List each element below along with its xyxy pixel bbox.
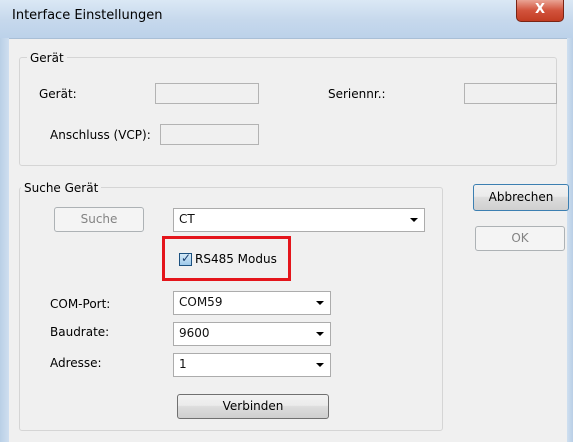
com-port-label: COM-Port: [50,297,111,311]
device-type-dropdown[interactable]: CT [173,208,425,232]
anschluss-field[interactable] [160,124,259,145]
baudrate-label: Baudrate: [50,325,110,339]
abbrechen-button[interactable]: Abbrechen [473,184,569,211]
window-frame-left [0,38,9,442]
adresse-value: 1 [179,357,187,371]
suche-button[interactable]: Suche [54,207,144,232]
seriennr-field[interactable] [464,83,557,104]
geraet-group-legend: Gerät [27,51,67,65]
chevron-down-icon[interactable] [410,218,418,222]
com-port-dropdown[interactable]: COM59 [173,291,331,315]
window-title: Interface Einstellungen [12,8,163,23]
baudrate-value: 9600 [179,326,210,340]
baudrate-dropdown[interactable]: 9600 [173,322,331,346]
ok-button[interactable]: OK [475,226,565,251]
com-port-value: COM59 [179,295,223,309]
chevron-down-icon[interactable] [316,332,324,336]
dialog-client-area: Gerät Gerät: Seriennr.: Anschluss (VCP):… [9,38,569,442]
suche-group-legend: Suche Gerät [21,181,102,195]
device-type-value: CT [179,212,195,226]
verbinden-button[interactable]: Verbinden [177,394,329,419]
checkmark-icon: ✓ [181,251,192,265]
geraet-label: Gerät: [39,87,77,101]
window-frame-right [567,38,573,442]
close-icon[interactable]: X [516,0,564,22]
adresse-label: Adresse: [50,356,102,370]
anschluss-label: Anschluss (VCP): [50,128,151,142]
rs485-label[interactable]: RS485 Modus [195,252,277,266]
adresse-dropdown[interactable]: 1 [173,353,331,377]
chevron-down-icon[interactable] [316,301,324,305]
seriennr-label: Seriennr.: [328,87,386,101]
geraet-groupbox [19,57,557,166]
rs485-checkbox[interactable]: ✓ [179,251,192,266]
geraet-field[interactable] [155,83,259,104]
chevron-down-icon[interactable] [316,363,324,367]
